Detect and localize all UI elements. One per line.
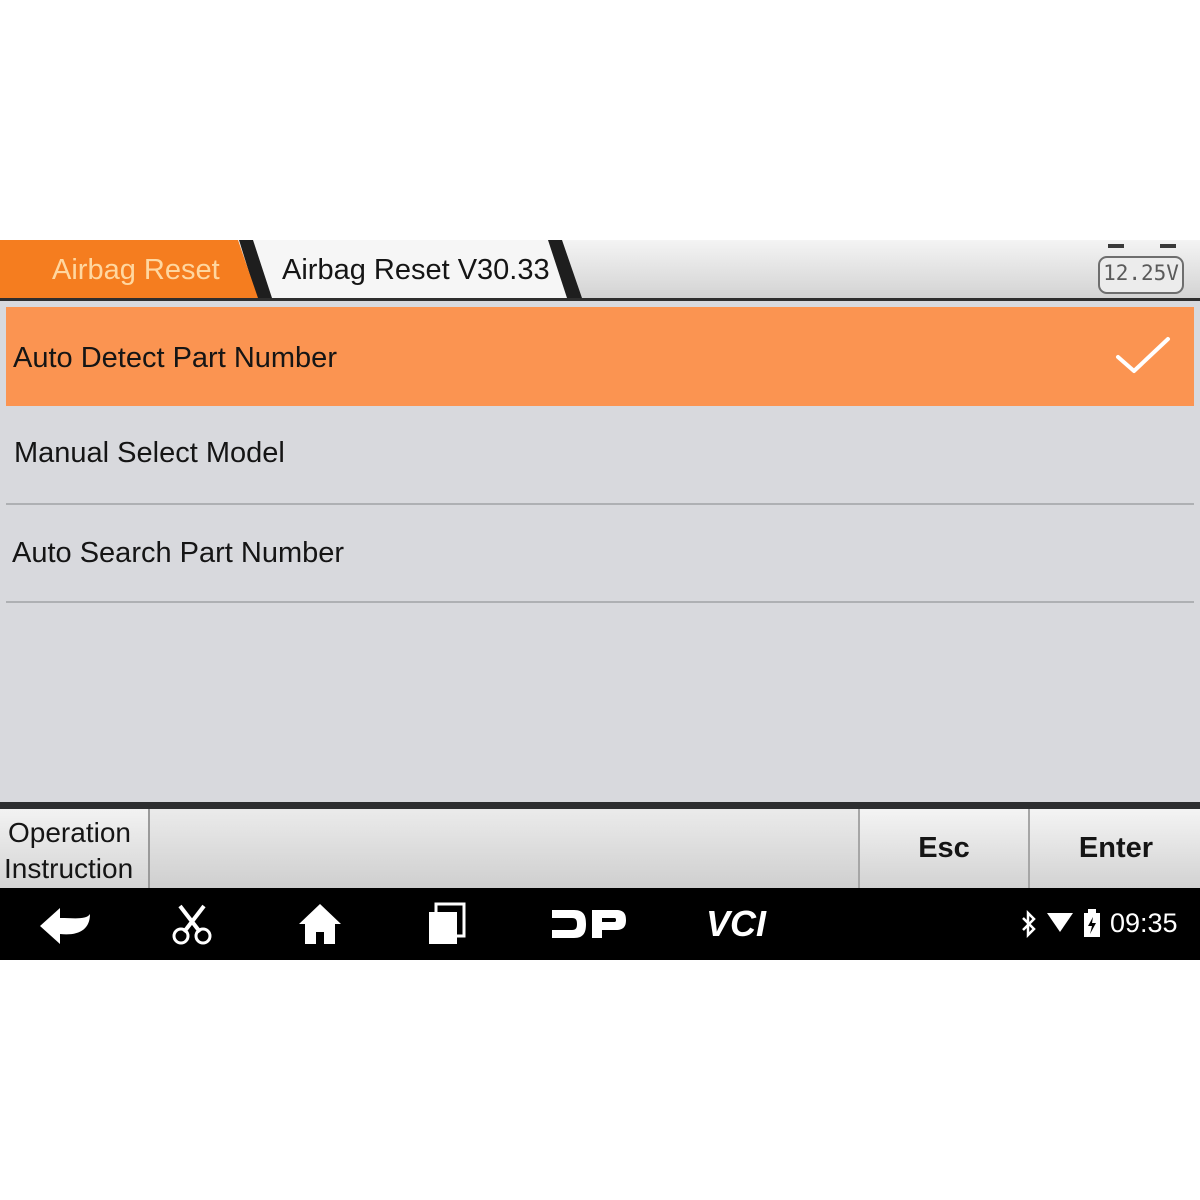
recent-apps-icon[interactable]	[426, 902, 468, 946]
list-item-auto-detect-part-number[interactable]: Auto Detect Part Number	[6, 307, 1194, 406]
operation-label: Operation	[8, 817, 131, 848]
check-icon	[1116, 337, 1170, 373]
dp-icon[interactable]: DP	[548, 906, 628, 942]
scissors-icon[interactable]	[170, 904, 214, 946]
list-item-manual-select-model[interactable]: Manual Select Model	[6, 406, 1194, 505]
wifi-icon	[1047, 913, 1073, 932]
function-toolbar: Operation Instruction Esc Enter	[0, 809, 1200, 888]
list-item-auto-search-part-number[interactable]: Auto Search Part Number	[6, 505, 1194, 603]
list-item-label: Manual Select Model	[14, 437, 285, 469]
battery-icon	[1084, 909, 1100, 937]
vci-icon[interactable]: VCI	[704, 904, 790, 942]
bluetooth-icon	[1022, 910, 1036, 938]
esc-button[interactable]: Esc	[858, 809, 1028, 888]
enter-button[interactable]: Enter	[1028, 809, 1200, 888]
toolbar-spacer	[150, 809, 858, 888]
toolbar-divider	[0, 802, 1200, 809]
list-item-label: Auto Detect Part Number	[13, 342, 337, 374]
vci-text: VCI	[706, 904, 767, 942]
voltage-indicator: 12.25V	[1098, 244, 1186, 294]
breadcrumb-label: Airbag Reset V30.33	[282, 254, 550, 286]
back-icon[interactable]	[38, 904, 92, 944]
menu-list: Auto Detect Part Number Manual Select Mo…	[6, 307, 1194, 801]
header-bar: Airbag Reset Airbag Reset V30.33 12.25V	[0, 240, 1200, 301]
list-item-label: Auto Search Part Number	[12, 537, 345, 569]
header-divider	[0, 298, 1200, 301]
instruction-label: Instruction	[4, 853, 134, 884]
status-clock: 09:35	[1110, 908, 1178, 938]
home-icon[interactable]	[297, 902, 343, 946]
breadcrumb-label: Airbag Reset	[52, 254, 220, 286]
app-screen: Airbag Reset Airbag Reset V30.33 12.25V …	[0, 240, 1200, 960]
dp-text: DP	[548, 906, 550, 907]
voltage-box: 12.25V	[1098, 256, 1184, 294]
battery-terminal	[1108, 244, 1124, 248]
operation-instruction-button[interactable]: Operation Instruction	[0, 809, 150, 888]
system-nav-bar: DP VCI 09:35	[0, 888, 1200, 960]
voltage-value: 12.25V	[1103, 261, 1179, 285]
battery-terminal	[1160, 244, 1176, 248]
